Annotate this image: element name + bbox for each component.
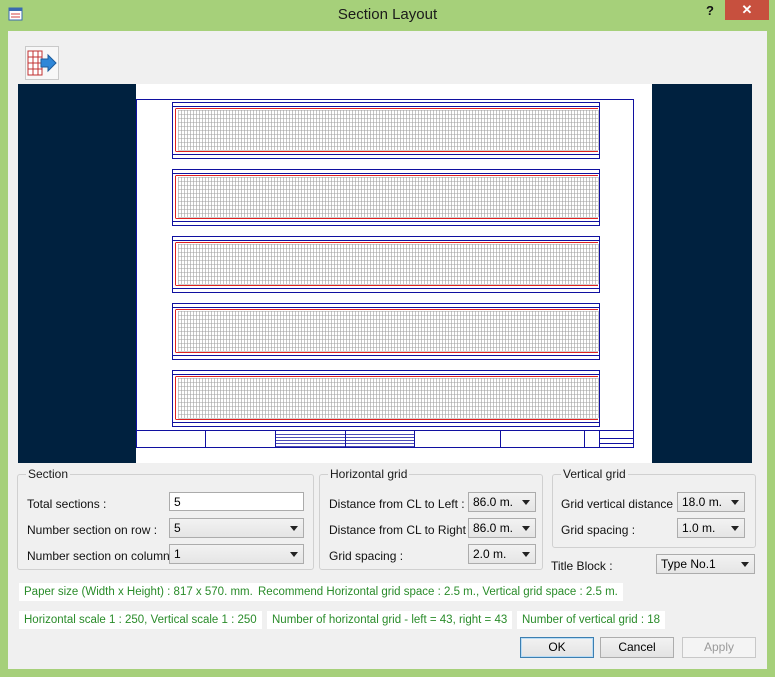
section-column-value: 1 xyxy=(174,547,181,561)
apply-button[interactable]: Apply xyxy=(682,637,756,658)
paper-size-info: Paper size (Width x Height) : 817 x 570.… xyxy=(19,583,258,601)
distance-right-label: Distance from CL to Right : xyxy=(329,523,473,537)
horizontal-grid-title: Horizontal grid xyxy=(328,467,410,481)
title-block-value: Type No.1 xyxy=(661,557,716,571)
apply-layout-button[interactable] xyxy=(25,46,59,80)
help-button[interactable]: ? xyxy=(698,0,722,22)
vertical-grid-count-info: Number of vertical grid : 18 xyxy=(517,611,666,629)
distance-right-value: 86.0 m. xyxy=(473,521,514,535)
title-block-label: Title Block : xyxy=(551,559,613,573)
grid-vertical-distance-select[interactable]: 18.0 m. xyxy=(677,492,745,512)
section-column-label: Number section on column : xyxy=(27,549,177,563)
chevron-down-icon xyxy=(741,562,749,567)
horizontal-spacing-label: Grid spacing : xyxy=(329,549,404,563)
section-column-select[interactable]: 1 xyxy=(169,544,304,564)
total-sections-input[interactable]: 5 xyxy=(169,492,304,511)
section-row-select[interactable]: 5 xyxy=(169,518,304,538)
section-row-label: Number section on row : xyxy=(27,523,158,537)
chevron-down-icon xyxy=(522,526,530,531)
close-button[interactable]: ✕ xyxy=(725,0,769,20)
chevron-down-icon xyxy=(522,500,530,505)
total-sections-label: Total sections : xyxy=(27,497,107,511)
horizontal-grid-count-info: Number of horizontal grid - left = 43, r… xyxy=(267,611,513,629)
recommend-grid-info: Recommend Horizontal grid space : 2.5 m.… xyxy=(253,583,623,601)
distance-left-value: 86.0 m. xyxy=(473,495,514,509)
window-title: Section Layout xyxy=(337,6,438,23)
info-row-1: Paper size (Width x Height) : 817 x 570.… xyxy=(19,583,759,601)
info-row-2: Horizontal scale 1 : 250, Vertical scale… xyxy=(19,611,759,629)
chevron-down-icon xyxy=(731,526,739,531)
vertical-grid-title: Vertical grid xyxy=(561,467,628,481)
grid-vertical-distance-value: 18.0 m. xyxy=(682,495,723,509)
chevron-down-icon xyxy=(290,552,298,557)
vertical-spacing-select[interactable]: 1.0 m. xyxy=(677,518,745,538)
vertical-spacing-value: 1.0 m. xyxy=(682,521,716,535)
ok-button[interactable]: OK xyxy=(520,637,594,658)
horizontal-spacing-value: 2.0 m. xyxy=(473,547,507,561)
vertical-spacing-label: Grid spacing : xyxy=(561,523,636,537)
distance-left-select[interactable]: 86.0 m. xyxy=(468,492,536,512)
grid-vertical-distance-label: Grid vertical distance : xyxy=(561,497,680,511)
section-group-title: Section xyxy=(26,467,71,481)
dialog-body: Section Total sections : 5 Number sectio… xyxy=(8,31,767,669)
paper-sheet xyxy=(136,84,652,463)
horizontal-spacing-select[interactable]: 2.0 m. xyxy=(468,544,536,564)
section-row-value: 5 xyxy=(174,521,181,535)
distance-left-label: Distance from CL to Left : xyxy=(329,497,465,511)
cancel-button[interactable]: Cancel xyxy=(600,637,674,658)
grid-arrow-icon xyxy=(27,50,57,76)
scale-info: Horizontal scale 1 : 250, Vertical scale… xyxy=(19,611,262,629)
chevron-down-icon xyxy=(290,526,298,531)
chevron-down-icon xyxy=(522,552,530,557)
title-block-select[interactable]: Type No.1 xyxy=(656,554,755,574)
distance-right-select[interactable]: 86.0 m. xyxy=(468,518,536,538)
layout-preview xyxy=(18,84,752,463)
section-sheet-drawing xyxy=(136,99,634,448)
title-bar: Section Layout ? ✕ xyxy=(0,0,775,30)
chevron-down-icon xyxy=(731,500,739,505)
